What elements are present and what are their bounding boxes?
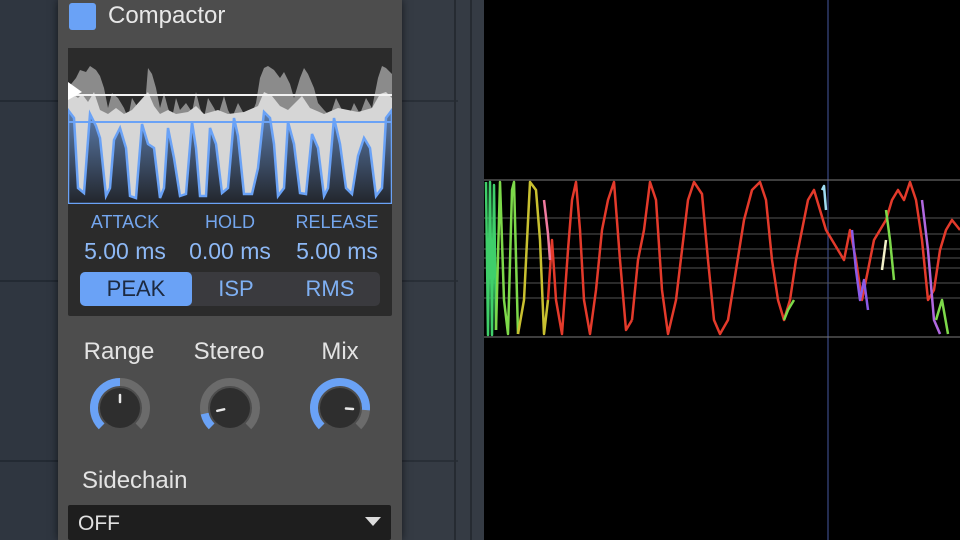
detection-mode-selector: PEAK ISP RMS — [80, 272, 380, 306]
plugin-enable-toggle[interactable] — [69, 3, 96, 30]
knob-pointer — [216, 408, 226, 413]
knob-pointer — [344, 407, 355, 411]
dropdown-arrow-icon — [365, 517, 381, 526]
track-area-left — [0, 0, 60, 540]
attack-value[interactable]: 5.00 ms — [70, 238, 180, 265]
compactor-plugin-panel: Compactor ATTACK HOLD RELEASE 5.00 ms 0.… — [58, 0, 402, 540]
sidechain-value: OFF — [78, 512, 120, 535]
hold-value[interactable]: 0.00 ms — [175, 238, 285, 265]
gain-reduction-scope — [68, 48, 392, 204]
sidechain-dropdown[interactable]: OFF — [68, 505, 391, 540]
sidechain-label: Sidechain — [82, 467, 188, 494]
mix-knob[interactable] — [308, 376, 372, 440]
mix-label: Mix — [321, 338, 359, 365]
waveform-view[interactable] — [484, 0, 960, 540]
knob-body — [320, 388, 360, 428]
release-label: RELEASE — [295, 212, 379, 232]
track-area-right — [402, 0, 484, 540]
stereo-knob[interactable] — [198, 376, 262, 440]
release-value[interactable]: 5.00 ms — [282, 238, 392, 265]
hold-label: HOLD — [204, 212, 255, 232]
plugin-title: Compactor — [108, 2, 226, 29]
mode-peak-button[interactable]: PEAK — [80, 272, 192, 306]
attack-label: ATTACK — [90, 212, 160, 232]
range-label: Range — [83, 338, 155, 365]
gain-reduction-display: ATTACK HOLD RELEASE 5.00 ms 0.00 ms 5.00… — [68, 48, 392, 316]
knob-value-arc — [200, 412, 215, 430]
range-knob[interactable] — [88, 376, 152, 440]
stereo-label: Stereo — [193, 338, 265, 365]
mode-rms-button[interactable]: RMS — [274, 272, 386, 306]
knob-body — [210, 388, 250, 428]
